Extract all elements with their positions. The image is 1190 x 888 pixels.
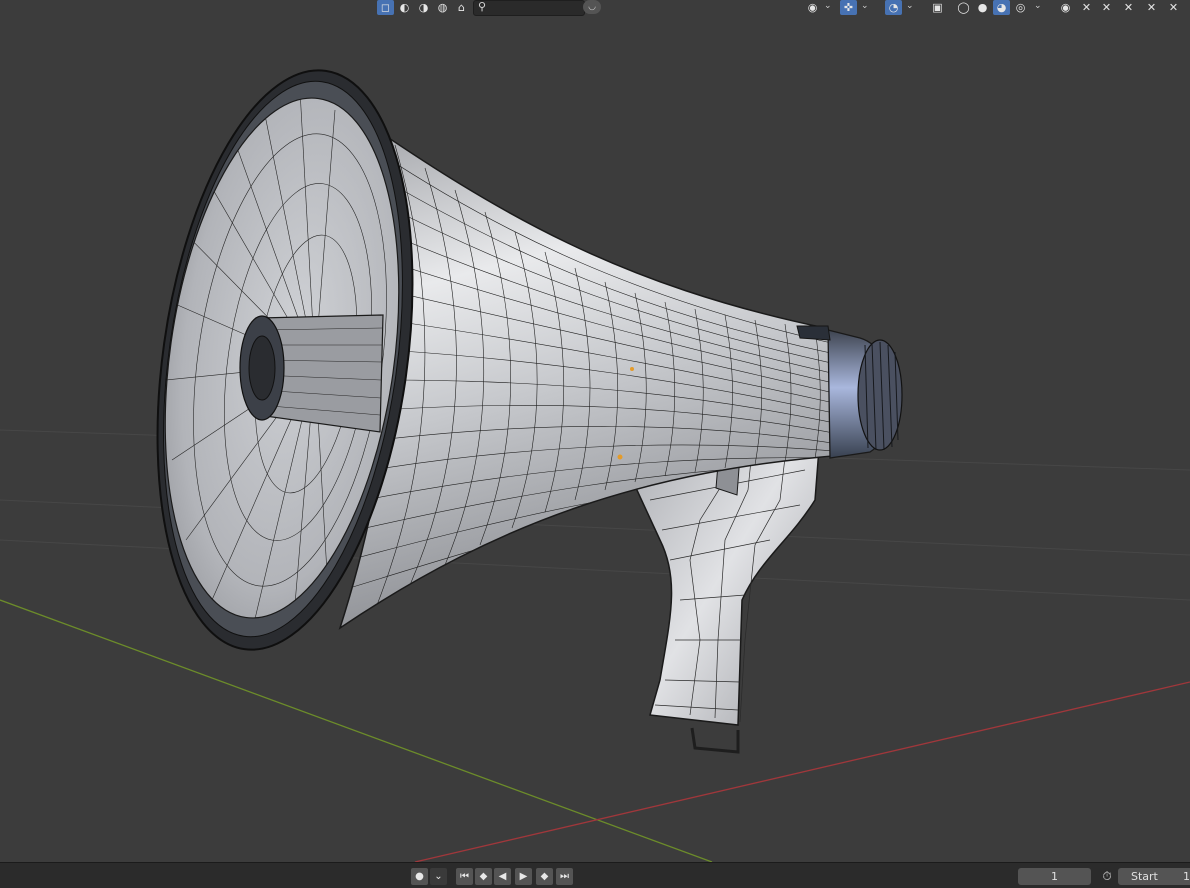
object-origin-dot[interactable] — [617, 454, 623, 460]
viewport-header: ◻ ◐ ◑ ◍ ⌂ ⚲ ◡ ◉ ⌄ ✜ ⌄ ◔ ⌄ ▣ ◯ ● ◕ ◎ ⌄ ◉ … — [0, 0, 1190, 16]
outliner-search[interactable]: ⚲ — [473, 0, 585, 16]
restrict-render-icon[interactable]: ✕ — [1120, 0, 1137, 15]
start-value: 1 — [1183, 870, 1190, 883]
overlay-icon[interactable]: ◔ — [885, 0, 902, 15]
chevron-down-icon-2[interactable]: ⌄ — [861, 1, 869, 11]
edge-select-icon[interactable]: ◑ — [415, 0, 432, 15]
3d-viewport[interactable] — [0, 0, 1190, 862]
start-frame-field[interactable]: Start 1 — [1118, 868, 1190, 885]
brush-icon[interactable]: ⌂ — [453, 0, 470, 15]
timeline-bar: ● ⌄ ⏮ ◆ ◀ ▶ ◆ ⏭ 1 ⏱ Start 1 — [0, 862, 1190, 888]
viewport-canvas[interactable] — [0, 0, 1190, 862]
y-axis-line — [0, 599, 713, 862]
current-frame-field[interactable]: 1 — [1018, 868, 1091, 885]
search-input[interactable] — [492, 1, 580, 15]
wireframe-shading-icon[interactable]: ◯ — [955, 0, 972, 15]
solid-shading-icon[interactable]: ● — [974, 0, 991, 15]
megaphone-model[interactable] — [124, 54, 903, 754]
record-keyframe-icon[interactable]: ● — [411, 868, 428, 885]
face-select-icon[interactable]: ◐ — [396, 0, 413, 15]
jump-prev-keyframe-icon[interactable]: ◆ — [475, 868, 492, 885]
jump-next-keyframe-icon[interactable]: ◆ — [536, 868, 553, 885]
magnifier-icon: ⚲ — [478, 0, 487, 13]
xray-icon[interactable]: ▣ — [929, 0, 946, 15]
sphere-shade-icon[interactable]: ◍ — [434, 0, 451, 15]
object-select-box-icon[interactable]: ◻ — [377, 0, 394, 15]
eye-icon[interactable]: ◉ — [804, 0, 821, 15]
chevron-down-icon-4[interactable]: ⌄ — [1034, 1, 1042, 11]
keying-chevron-icon[interactable]: ⌄ — [430, 868, 447, 885]
restrict-viewport-icon[interactable]: ✕ — [1098, 0, 1115, 15]
play-icon[interactable]: ▶ — [515, 868, 532, 885]
chevron-down-icon-3[interactable]: ⌄ — [906, 1, 914, 11]
restrict-indirect-icon[interactable]: ✕ — [1165, 0, 1182, 15]
object-origin-dot-2[interactable] — [630, 367, 634, 371]
filter-toggle[interactable]: ◡ — [583, 0, 601, 14]
clock-icon[interactable]: ⏱ — [1097, 868, 1117, 885]
jump-start-icon[interactable]: ⏮ — [456, 868, 473, 885]
chevron-down-icon[interactable]: ⌄ — [824, 1, 832, 11]
start-label: Start — [1131, 870, 1158, 883]
gizmo-icon[interactable]: ✜ — [840, 0, 857, 15]
restrict-select-icon[interactable]: ✕ — [1078, 0, 1095, 15]
x-axis-line — [414, 681, 1190, 862]
jump-end-icon[interactable]: ⏭ — [556, 868, 573, 885]
restrict-holdout-icon[interactable]: ✕ — [1143, 0, 1160, 15]
rendered-shading-icon[interactable]: ◎ — [1012, 0, 1029, 15]
play-reverse-icon[interactable]: ◀ — [494, 868, 511, 885]
material-preview-icon[interactable]: ◕ — [993, 0, 1010, 15]
visibility-eye-icon[interactable]: ◉ — [1057, 0, 1074, 15]
